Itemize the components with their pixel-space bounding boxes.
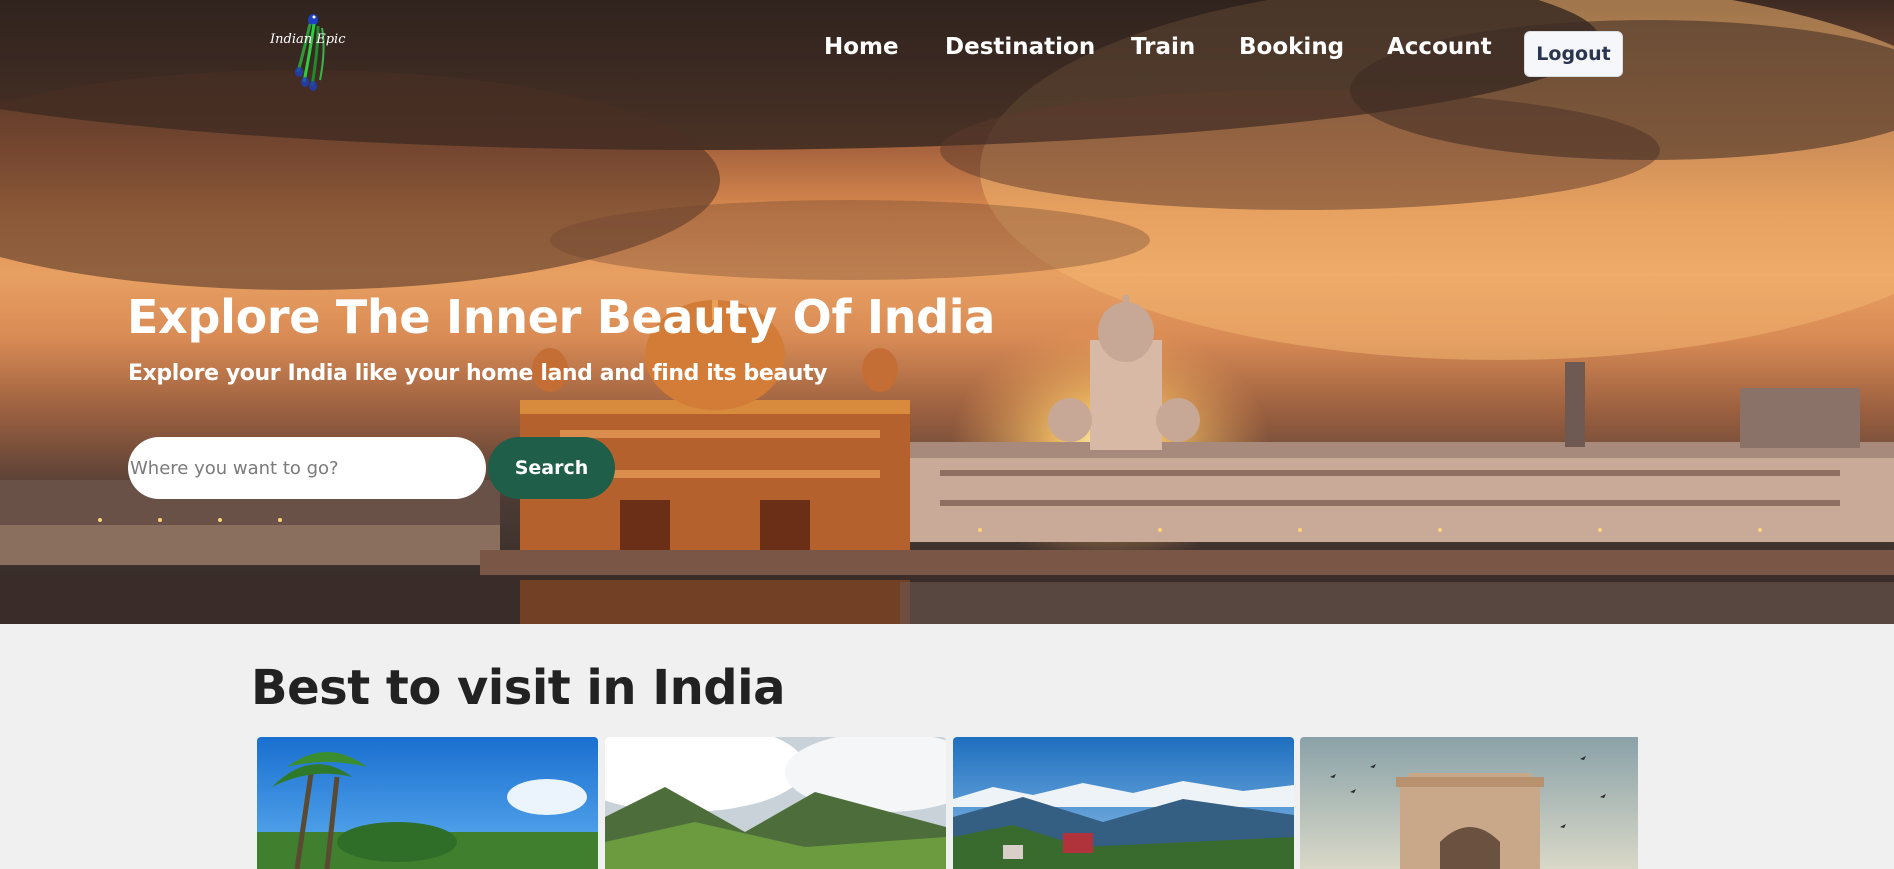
- logo-text: Indian Epic: [270, 32, 346, 47]
- hero-subtitle: Explore your India like your home land a…: [128, 361, 828, 386]
- nav-link-home[interactable]: Home: [824, 34, 899, 60]
- destination-card-india-gate[interactable]: [1300, 737, 1641, 869]
- beach-palm-trees-image: [257, 737, 598, 869]
- hero-title: Explore The Inner Beauty Of India: [127, 290, 996, 344]
- brand-logo[interactable]: Indian Epic: [264, 10, 356, 92]
- logout-button[interactable]: Logout: [1524, 31, 1623, 77]
- nav-link-train[interactable]: Train: [1131, 34, 1195, 60]
- section-title: Best to visit in India: [251, 660, 786, 716]
- peacock-logo-icon: [295, 14, 325, 91]
- destination-search-input[interactable]: [128, 437, 486, 499]
- india-gate-image: [1300, 737, 1638, 869]
- destination-card-hill-town[interactable]: [953, 737, 1294, 869]
- destination-card-mountains[interactable]: [605, 737, 946, 869]
- mountain-valley-clouds-image: [605, 737, 946, 869]
- nav-link-destination[interactable]: Destination: [945, 34, 1095, 60]
- search-button[interactable]: Search: [488, 437, 615, 499]
- hill-town-snow-peaks-image: [953, 737, 1294, 869]
- destination-card-beach[interactable]: [257, 737, 598, 869]
- nav-link-account[interactable]: Account: [1387, 34, 1492, 60]
- nav-link-booking[interactable]: Booking: [1239, 34, 1344, 60]
